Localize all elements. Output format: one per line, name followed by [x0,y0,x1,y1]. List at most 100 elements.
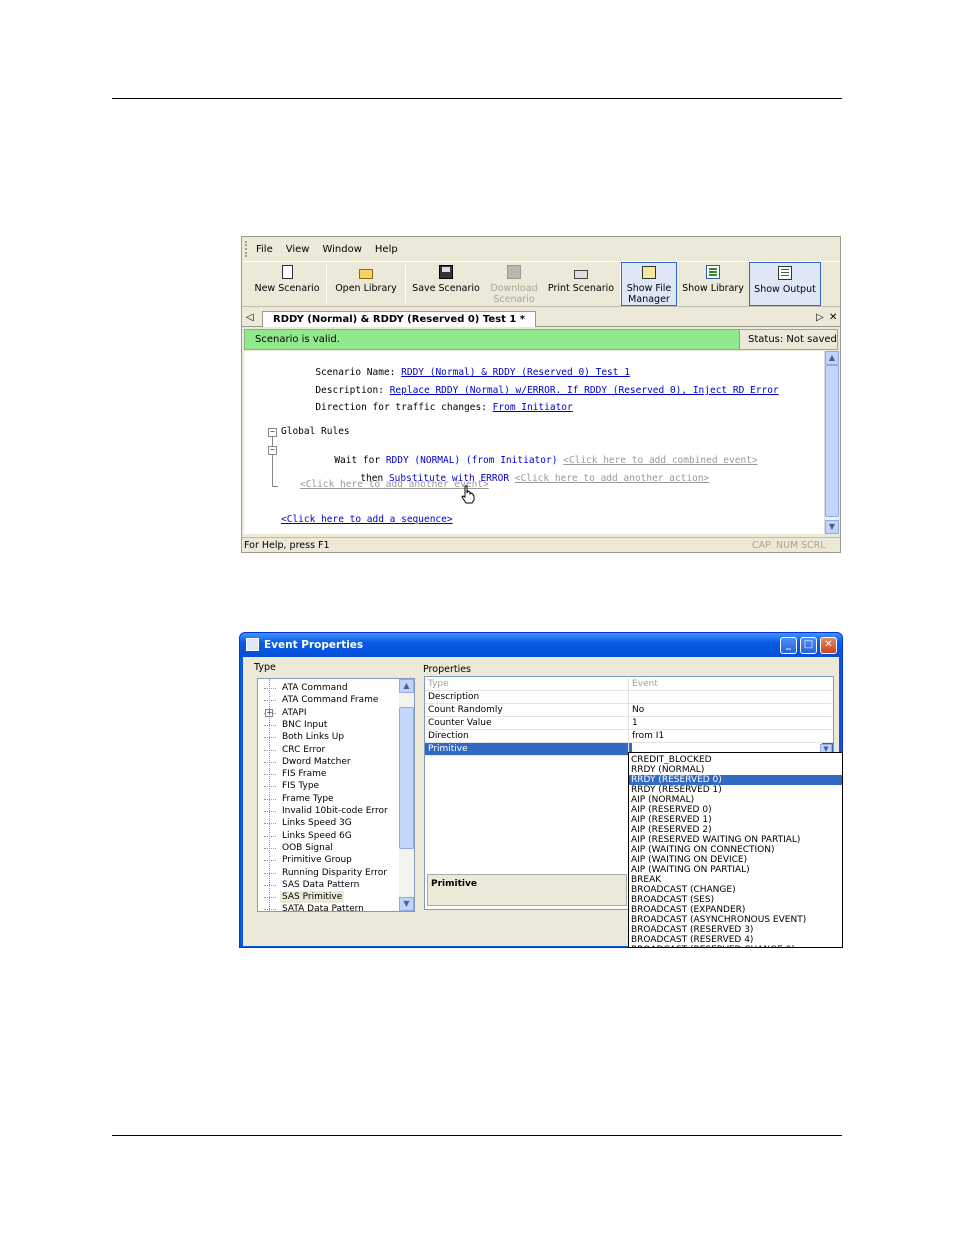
primitive-dropdown-list[interactable]: CREDIT_BLOCKED RRDY (NORMAL) RRDY (RESERVE… [628,752,843,948]
app-icon [246,638,259,651]
property-name: Primitive [428,744,468,754]
type-list-item[interactable]: FIS Type [280,780,321,792]
dropdown-option[interactable]: RRDY (RESERVED 0) [629,775,842,785]
direction-link[interactable]: From Initiator [493,402,573,413]
tab-scenario[interactable]: RDDY (Normal) & RDDY (Reserved 0) Test 1… [262,311,537,327]
dropdown-option[interactable]: BROADCAST (EXPANDER) [629,905,842,915]
type-label: Type [254,662,276,673]
type-tree-list[interactable]: ATA Command ATA Command Frame + ATAPI BNC In… [257,678,415,912]
dropdown-option[interactable]: AIP (WAITING ON PARTIAL) [629,865,842,875]
dropdown-option[interactable]: AIP (WAITING ON DEVICE) [629,855,842,865]
property-row[interactable]: Description [425,691,833,704]
property-row[interactable]: Count Randomly No [425,704,833,717]
dropdown-option[interactable]: AIP (NORMAL) [629,795,842,805]
type-list-item[interactable]: Frame Type [280,793,336,805]
maximize-icon[interactable]: □ [800,637,817,654]
new-scenario-button[interactable]: New Scenario [248,262,326,306]
type-list-item[interactable]: OOB Signal [280,842,335,854]
tree-branch [264,811,276,812]
close-icon[interactable]: ✕ [820,637,837,654]
editor-vertical-scrollbar[interactable]: ▲ ▼ [824,351,839,534]
type-list-item[interactable]: SAS Data Pattern [280,879,361,891]
dropdown-option[interactable]: AIP (RESERVED 0) [629,805,842,815]
scroll-up-icon[interactable]: ▲ [825,351,839,365]
tab-close-icon[interactable]: ✕ [829,312,837,323]
open-folder-icon [359,269,373,279]
open-library-button[interactable]: Open Library [327,262,405,306]
download-scenario-button[interactable]: Download Scenario [486,262,542,306]
scrl-indicator: SCRL [801,540,826,551]
type-list-item[interactable]: Both Links Up [280,731,346,743]
collapse-global-rules-icon[interactable]: − [268,428,277,437]
scroll-thumb[interactable] [825,365,839,517]
add-sequence-link[interactable]: <Click here to add a sequence> [281,514,453,526]
dropdown-option[interactable]: BROADCAST (SES) [629,895,842,905]
show-library-button[interactable]: Show Library [677,262,749,306]
dropdown-option[interactable]: AIP (RESERVED 2) [629,825,842,835]
type-list-item[interactable]: Invalid 10bit-code Error [280,805,390,817]
type-list-item[interactable]: Running Disparity Error [280,867,389,879]
menu-window[interactable]: Window [322,244,361,255]
property-row[interactable]: Direction from I1 [425,730,833,743]
dropdown-option[interactable]: RRDY (RESERVED 1) [629,785,842,795]
tree-branch [264,786,276,788]
type-list-item[interactable]: ATAPI [280,707,309,719]
type-scroll-up-icon[interactable]: ▲ [399,679,414,693]
type-list-item[interactable]: ATA Command [280,682,350,694]
type-scroll-thumb[interactable] [399,707,414,849]
menu-help[interactable]: Help [375,244,398,255]
download-icon [507,265,521,279]
dropdown-option[interactable]: BROADCAST (RESERVED 3) [629,925,842,935]
type-list-item[interactable]: FIS Frame [280,768,328,780]
menu-view[interactable]: View [286,244,310,255]
show-file-manager-button[interactable]: Show File Manager [621,262,677,306]
property-value[interactable]: No [632,704,644,716]
property-value[interactable]: from I1 [632,730,664,742]
dropdown-option[interactable]: BROADCAST (RESERVED 4) [629,935,842,945]
type-list-item[interactable]: ATA Command Frame [280,694,380,706]
dropdown-option[interactable]: CREDIT_BLOCKED [629,755,842,765]
type-list-item[interactable]: CRC Error [280,744,327,756]
dropdown-option[interactable]: RRDY (NORMAL) [629,765,842,775]
printer-icon [574,270,588,279]
property-value[interactable]: 1 [632,717,638,729]
tree-branch [264,700,276,702]
dropdown-option[interactable]: BROADCAST (ASYNCHRONOUS EVENT) [629,915,842,925]
dropdown-option[interactable]: AIP (RESERVED WAITING ON PARTIAL) [629,835,842,845]
type-list-item[interactable]: Links Speed 6G [280,830,354,842]
type-list-item[interactable]: Primitive Group [280,854,354,866]
menu-file[interactable]: File [256,244,273,255]
cap-indicator: CAP [752,540,771,551]
type-list-item[interactable]: Dword Matcher [280,756,353,768]
dropdown-option[interactable]: BROADCAST (CHANGE) [629,885,842,895]
add-action-link[interactable]: <Click here to add another action> [515,473,709,484]
collapse-wait-icon[interactable]: − [268,446,277,455]
dropdown-option[interactable]: BREAK [629,875,842,885]
property-row[interactable]: Counter Value 1 [425,717,833,730]
type-scroll-down-icon[interactable]: ▼ [399,897,414,911]
tab-scroll-left-icon[interactable]: ◁ [246,312,254,323]
menu-bar: File View Window Help [242,237,840,261]
show-output-button[interactable]: Show Output [749,262,821,306]
dropdown-option[interactable]: AIP (WAITING ON CONNECTION) [629,845,842,855]
tab-scroll-right-icon[interactable]: ▷ [816,312,824,323]
save-scenario-button[interactable]: Save Scenario [406,262,486,306]
expand-icon[interactable]: + [265,708,273,717]
tree-branch [264,847,276,849]
scenario-editor-window: File View Window Help New Scenario Open … [241,236,841,553]
type-list-scrollbar[interactable]: ▲ ▼ [399,679,414,911]
print-scenario-button[interactable]: Print Scenario [542,262,620,306]
dropdown-option[interactable]: AIP (RESERVED 1) [629,815,842,825]
property-value[interactable]: Event [632,678,658,690]
menu-grip[interactable] [245,241,248,257]
minimize-icon[interactable]: _ [780,637,797,654]
type-list-item[interactable]: Links Speed 3G [280,817,354,829]
save-status: Status: Not saved [739,330,837,349]
type-list-item[interactable]: SATA Data Pattern [280,903,366,911]
type-list-item[interactable]: SAS Primitive [280,891,345,904]
scroll-down-icon[interactable]: ▼ [825,520,839,534]
dropdown-option[interactable]: BROADCAST (RESERVED CHANGE 0) [629,945,842,947]
property-name: Counter Value [428,718,492,728]
property-row[interactable]: Type Event [425,678,833,691]
type-list-item[interactable]: BNC Input [280,719,329,731]
